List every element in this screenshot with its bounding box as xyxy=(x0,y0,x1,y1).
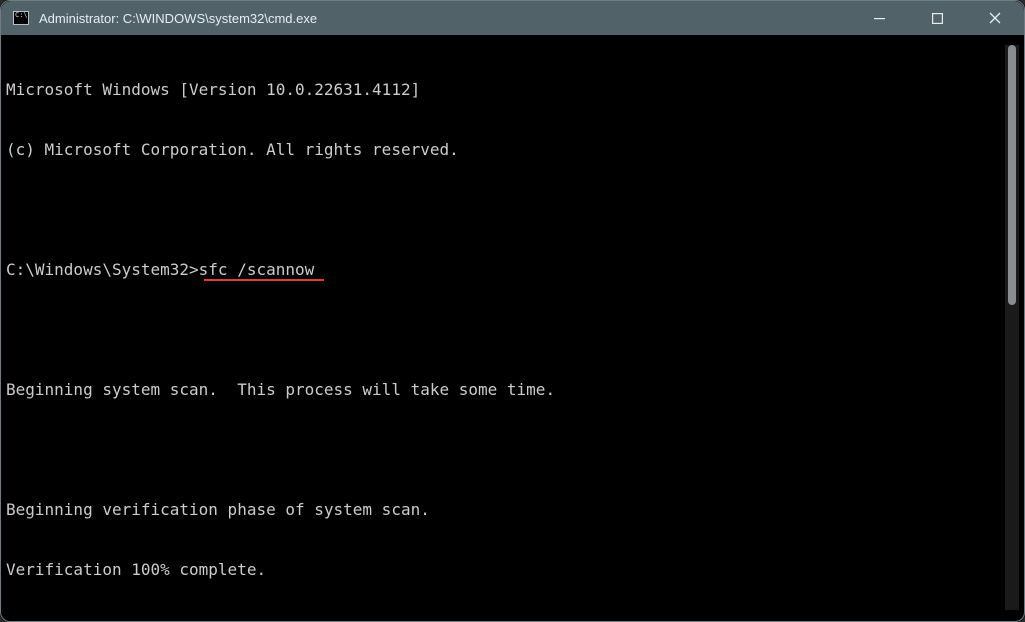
prompt-path: C:\Windows\System32> xyxy=(6,260,199,279)
minimize-icon xyxy=(874,13,885,24)
maximize-button[interactable] xyxy=(908,1,966,35)
close-button[interactable] xyxy=(966,1,1024,35)
cmd-window: Administrator: C:\WINDOWS\system32\cmd.e… xyxy=(0,0,1025,622)
close-icon xyxy=(989,12,1001,24)
minimize-button[interactable] xyxy=(850,1,908,35)
window-controls xyxy=(850,1,1024,35)
blank-line xyxy=(6,320,1003,340)
command-text: sfc /scannow xyxy=(199,260,315,279)
scrollbar-thumb[interactable] xyxy=(1008,45,1016,305)
red-underline-annotation xyxy=(204,279,324,281)
output-line: Microsoft Windows [Version 10.0.22631.41… xyxy=(6,80,1003,100)
maximize-icon xyxy=(932,13,943,24)
output-line: Beginning system scan. This process will… xyxy=(6,380,1003,400)
window-title: Administrator: C:\WINDOWS\system32\cmd.e… xyxy=(39,11,850,26)
blank-line xyxy=(6,200,1003,220)
prompt-line: C:\Windows\System32>sfc /scannow xyxy=(6,260,1003,280)
titlebar[interactable]: Administrator: C:\WINDOWS\system32\cmd.e… xyxy=(1,1,1024,35)
blank-line xyxy=(6,440,1003,460)
terminal-output[interactable]: Microsoft Windows [Version 10.0.22631.41… xyxy=(6,40,1003,616)
output-line: Beginning verification phase of system s… xyxy=(6,500,1003,520)
client-area: Microsoft Windows [Version 10.0.22631.41… xyxy=(6,35,1019,616)
cmd-icon xyxy=(13,11,29,25)
vertical-scrollbar[interactable] xyxy=(1005,45,1019,610)
output-line: Verification 100% complete. xyxy=(6,560,1003,580)
output-line: (c) Microsoft Corporation. All rights re… xyxy=(6,140,1003,160)
